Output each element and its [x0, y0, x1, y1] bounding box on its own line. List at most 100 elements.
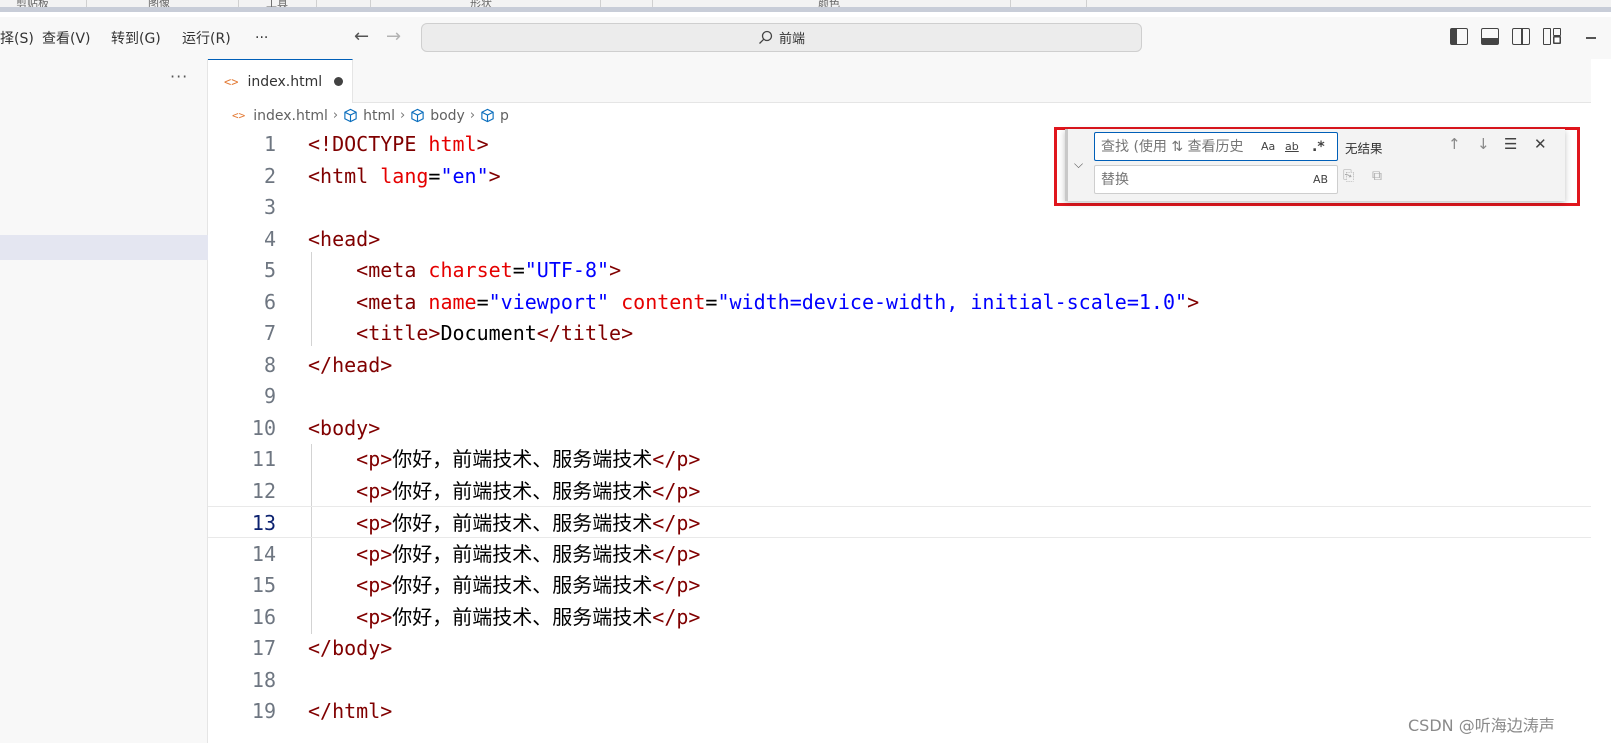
replace-icon[interactable]: ⎘	[1343, 168, 1354, 184]
code-token: 你好，前端技术、服务端技术	[392, 447, 653, 471]
command-center-search[interactable]: 前端	[421, 23, 1142, 52]
code-token: <head>	[308, 226, 381, 251]
code-token: </p>	[652, 541, 701, 566]
code-token: >	[609, 258, 622, 282]
code-line[interactable]: 14 <p>你好，前端技术、服务端技术</p>	[208, 538, 1591, 570]
toggle-secondary-sidebar-icon[interactable]	[1512, 28, 1530, 45]
code-content: <meta charset="UTF-8">	[308, 254, 621, 286]
find-input[interactable]	[1101, 137, 1261, 157]
code-token: "UTF-8"	[524, 258, 610, 282]
next-match-icon[interactable]: ↓	[1477, 135, 1490, 153]
toggle-replace-chevron-icon[interactable]: ⌵	[1074, 157, 1083, 172]
code-token: >	[476, 132, 489, 156]
match-case-icon[interactable]: Aa	[1261, 138, 1275, 156]
breadcrumb-html[interactable]: html	[363, 108, 395, 124]
code-token: </head>	[308, 352, 393, 377]
code-token: "en"	[440, 163, 489, 188]
menu-more[interactable]: ···	[255, 30, 268, 46]
code-token: content	[621, 289, 706, 314]
regex-icon[interactable]: .*	[1312, 138, 1325, 156]
toggle-panel-icon[interactable]	[1481, 28, 1499, 45]
code-line[interactable]: 13 <p>你好，前端技术、服务端技术</p>	[208, 506, 1591, 538]
code-content: <p>你好，前端技术、服务端技术</p>	[308, 443, 700, 475]
code-editor[interactable]: 1 <!DOCTYPE html> 2 <html lang="en"> 3 4 <head…	[208, 128, 1591, 743]
code-line[interactable]: 5 <meta charset="UTF-8">	[208, 254, 1591, 286]
customize-layout-icon[interactable]	[1543, 28, 1561, 45]
code-line[interactable]: 9	[208, 380, 1591, 412]
code-token: <p>	[356, 604, 393, 629]
menu-run[interactable]: 运行(R)	[182, 28, 231, 48]
breadcrumb-file[interactable]: index.html	[253, 108, 328, 124]
code-line[interactable]: 18	[208, 664, 1591, 696]
replace-input[interactable]	[1101, 170, 1261, 190]
sidebar-selected-item[interactable]	[0, 235, 208, 260]
code-line[interactable]: 11 <p>你好，前端技术、服务端技术</p>	[208, 443, 1591, 475]
code-token: <meta	[356, 258, 429, 282]
line-number: 18	[251, 667, 276, 692]
preserve-case-icon[interactable]: AB	[1313, 171, 1328, 189]
line-number: 13	[251, 511, 276, 535]
previous-match-icon[interactable]: ↑	[1448, 135, 1461, 153]
code-content: <html lang="en">	[308, 160, 501, 192]
code-content: <p>你好，前端技术、服务端技术</p>	[308, 569, 700, 601]
menu-view[interactable]: 查看(V)	[42, 28, 91, 48]
code-content: </head>	[308, 349, 392, 381]
code-token: =	[705, 289, 718, 314]
code-line[interactable]: 6 <meta name="viewport" content="width=d…	[208, 286, 1591, 318]
line-number: 17	[251, 636, 276, 660]
csdn-watermark: CSDN @听海边涛声	[1408, 716, 1555, 735]
code-line[interactable]: 10 <body>	[208, 412, 1591, 444]
title-bar: 择(S) 查看(V) 转到(G) 运行(R) ··· ← → 前端	[0, 17, 1611, 59]
code-line[interactable]: 15 <p>你好，前端技术、服务端技术</p>	[208, 569, 1591, 601]
element-cube-icon	[411, 108, 424, 123]
code-line[interactable]: 17 </body>	[208, 632, 1591, 664]
tab-label: index.html	[247, 73, 323, 90]
code-line[interactable]: 8 </head>	[208, 349, 1591, 381]
minimize-icon[interactable]	[1586, 37, 1596, 39]
line-number: 8	[263, 352, 276, 377]
forward-arrow-icon[interactable]: →	[386, 26, 401, 47]
code-line[interactable]: 12 <p>你好，前端技术、服务端技术</p>	[208, 475, 1591, 507]
code-content: </body>	[308, 632, 392, 664]
code-content: <head>	[308, 223, 380, 255]
code-content: <meta name="viewport" content="width=dev…	[308, 286, 1199, 318]
chevron-right-icon: ›	[400, 108, 406, 123]
back-arrow-icon[interactable]: ←	[354, 26, 369, 47]
line-number: 2	[263, 163, 276, 188]
breadcrumb-body[interactable]: body	[430, 108, 465, 124]
unsaved-dot-icon[interactable]	[334, 77, 344, 86]
code-line[interactable]: 4 <head>	[208, 223, 1591, 255]
code-token: </html>	[308, 699, 393, 723]
line-number: 15	[251, 573, 276, 597]
line-number: 6	[263, 289, 276, 314]
code-token: <p>	[356, 541, 393, 566]
chevron-right-icon: ›	[332, 108, 339, 123]
code-content: </html>	[308, 695, 392, 727]
menu-go[interactable]: 转到(G)	[111, 28, 161, 48]
breadcrumb-p[interactable]: p	[500, 108, 509, 124]
code-content: <p>你好，前端技术、服务端技术</p>	[308, 538, 700, 570]
ribbon-group-clipboard: 剪贴板	[16, 0, 49, 10]
sidebar-more-actions[interactable]: ···	[170, 67, 188, 86]
code-token: </p>	[652, 478, 701, 503]
explorer-sidebar: ···	[0, 59, 208, 743]
replace-all-icon[interactable]: ⧉	[1372, 168, 1382, 184]
find-in-selection-icon[interactable]: ☰	[1504, 135, 1517, 153]
line-number: 16	[251, 604, 276, 629]
code-line[interactable]: 16 <p>你好，前端技术、服务端技术</p>	[208, 601, 1591, 633]
menu-selection[interactable]: 择(S)	[0, 28, 34, 48]
code-token: </p>	[652, 604, 701, 629]
find-replace-widget: ⌵ Aa ab .* AB 无结果 ↑ ↓ ☰ ✕ ⎘ ⧉	[1065, 129, 1565, 201]
code-token: <p>	[356, 447, 393, 471]
code-token: =	[476, 289, 489, 314]
close-icon[interactable]: ✕	[1534, 135, 1547, 153]
code-line[interactable]: 7 <title>Document</title>	[208, 317, 1591, 349]
tab-index-html[interactable]: <> index.html	[208, 59, 353, 103]
whole-word-icon[interactable]: ab	[1285, 138, 1299, 156]
code-line[interactable]: 19 </html>	[208, 695, 1591, 727]
line-number: 7	[263, 321, 276, 345]
line-number: 10	[251, 415, 276, 440]
toggle-primary-sidebar-icon[interactable]	[1450, 28, 1468, 45]
